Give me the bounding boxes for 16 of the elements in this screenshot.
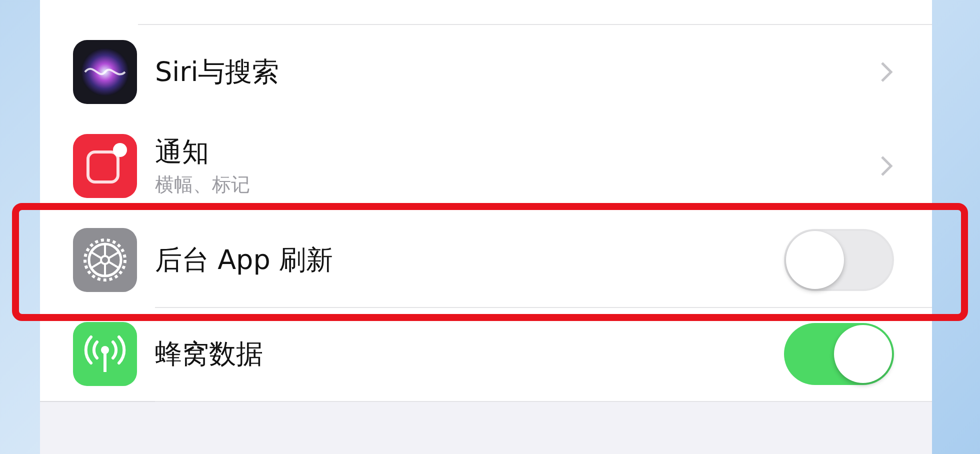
settings-row[interactable]: Siri与搜索: [40, 25, 932, 119]
chevron-icon[interactable]: [880, 154, 894, 176]
toggle-switch[interactable]: [784, 228, 894, 290]
setting-label: 后台 App 刷新: [155, 244, 334, 278]
antenna-icon: [73, 322, 137, 386]
setting-label: 蜂窝数据: [155, 338, 264, 372]
siri-icon: [73, 40, 137, 104]
setting-detail: 横幅、标记: [155, 172, 251, 198]
settings-icon: [73, 228, 137, 292]
settings-row[interactable]: 蜂窝数据: [40, 307, 932, 401]
notifications-icon: [73, 134, 137, 198]
toggle-switch[interactable]: [784, 322, 894, 384]
setting-label: Siri与搜索: [155, 56, 280, 90]
chevron-icon[interactable]: [880, 60, 894, 82]
settings-row[interactable]: 通知 横幅、标记: [40, 119, 932, 213]
setting-label: 通知: [155, 136, 210, 170]
